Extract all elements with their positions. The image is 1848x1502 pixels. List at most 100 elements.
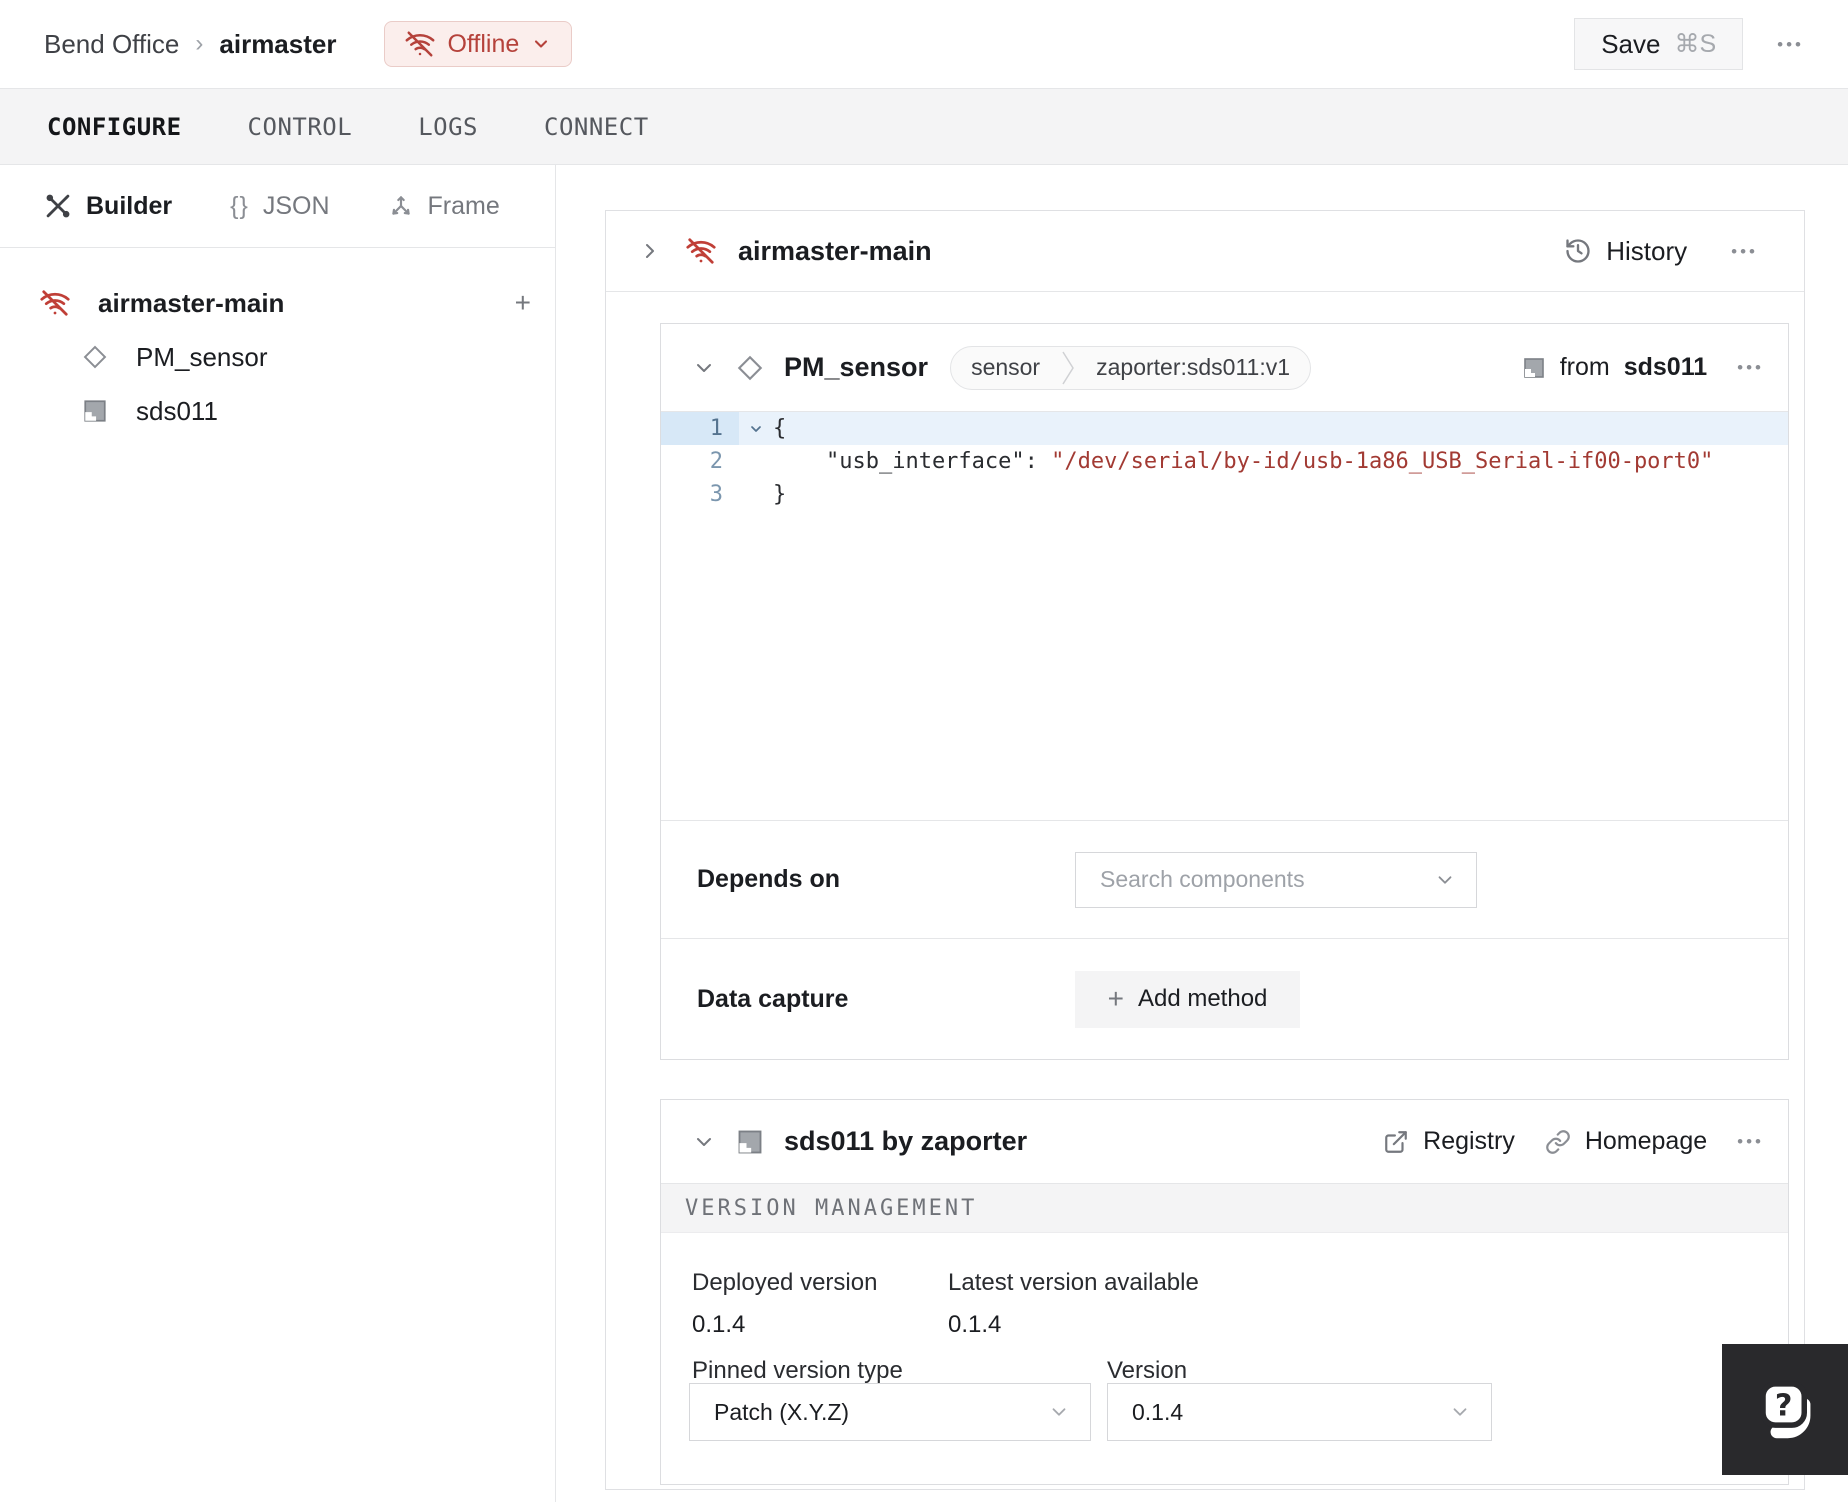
- mode-json[interactable]: {} JSON: [230, 192, 329, 221]
- code-text: }: [773, 482, 787, 507]
- part-title: airmaster-main: [738, 235, 932, 266]
- latest-version-label: Latest version available: [948, 1269, 1199, 1296]
- chevron-down-icon: [531, 34, 551, 54]
- from-prefix: from: [1559, 353, 1610, 381]
- code-key: "usb_interface":: [773, 449, 1052, 474]
- machine-tab-bar: CONFIGURE CONTROL LOGS CONNECT: [0, 88, 1848, 165]
- pinned-version-type-value: Patch (X.Y.Z): [714, 1398, 850, 1425]
- component-header-actions: from sds011 •••: [1522, 353, 1764, 382]
- tree-item-sds011[interactable]: sds011: [0, 384, 555, 438]
- module-card-header: sds011 by zaporter Registry Homepage •••: [661, 1100, 1788, 1184]
- deployed-version-label: Deployed version: [692, 1269, 878, 1296]
- pinned-version-type-label: Pinned version type: [692, 1357, 903, 1384]
- topbar-overflow-menu[interactable]: •••: [1777, 36, 1804, 53]
- mode-builder-label: Builder: [86, 191, 173, 220]
- help-question-icon: ?: [1752, 1377, 1818, 1443]
- part-overflow-menu[interactable]: •••: [1731, 243, 1758, 260]
- save-button[interactable]: Save ⌘S: [1574, 18, 1744, 70]
- module-card-sds011: sds011 by zaporter Registry Homepage •••…: [660, 1099, 1789, 1485]
- link-chain-icon: [1545, 1129, 1571, 1155]
- homepage-label: Homepage: [1584, 1127, 1708, 1155]
- version-select[interactable]: 0.1.4: [1107, 1383, 1492, 1441]
- breadcrumb-machine: airmaster: [219, 28, 337, 59]
- latest-version-value: 0.1.4: [948, 1311, 1002, 1338]
- attributes-json-editor[interactable]: 1 { 2 "usb_interface": "/dev/serial/by-i…: [661, 412, 1788, 820]
- breadcrumb-org[interactable]: Bend Office: [44, 29, 179, 60]
- registry-link[interactable]: Registry: [1383, 1127, 1515, 1156]
- diamond-icon: [82, 344, 108, 370]
- topbar-actions: Save ⌘S •••: [1574, 18, 1804, 70]
- diamond-icon: [736, 354, 764, 382]
- mode-json-label: JSON: [262, 191, 330, 220]
- svg-text:?: ?: [1775, 1388, 1793, 1423]
- editor-line: 1 {: [661, 412, 1788, 445]
- add-method-label: Add method: [1137, 985, 1268, 1012]
- module-overflow-menu[interactable]: •••: [1737, 1133, 1764, 1150]
- history-button[interactable]: History: [1564, 236, 1687, 267]
- tree-item-label: airmaster-main: [98, 287, 285, 318]
- component-card-header: PM_sensor sensor zaporter:sds011:v1 from…: [661, 324, 1788, 412]
- status-label: Offline: [447, 29, 520, 58]
- chevron-down-icon[interactable]: [692, 1130, 716, 1154]
- homepage-link[interactable]: Homepage: [1545, 1127, 1707, 1156]
- editor-line: 3 }: [661, 478, 1788, 511]
- machine-status-dropdown[interactable]: Offline: [384, 21, 573, 67]
- part-card-body: PM_sensor sensor zaporter:sds011:v1 from…: [606, 292, 1804, 1485]
- tree-item-airmaster-main[interactable]: airmaster-main +: [0, 276, 555, 330]
- tree-item-pm-sensor[interactable]: PM_sensor: [0, 330, 555, 384]
- badge-divider-icon: [1060, 347, 1076, 389]
- breadcrumb-separator-icon: ›: [195, 30, 204, 57]
- chevron-down-icon[interactable]: [692, 356, 716, 380]
- component-type: sensor: [971, 354, 1041, 380]
- from-module-link[interactable]: from sds011: [1522, 353, 1707, 382]
- code-text: "usb_interface": "/dev/serial/by-id/usb-…: [773, 445, 1713, 478]
- component-overflow-menu[interactable]: •••: [1737, 359, 1764, 376]
- external-link-icon: [1383, 1129, 1409, 1155]
- save-label: Save: [1601, 28, 1661, 59]
- mode-frame-label: Frame: [427, 191, 500, 220]
- module-icon: [82, 398, 108, 424]
- add-component-button[interactable]: +: [515, 289, 531, 317]
- depends-on-placeholder: Search components: [1100, 866, 1305, 892]
- line-number: 1: [661, 412, 739, 445]
- fold-chevron-icon[interactable]: [739, 412, 773, 445]
- history-label: History: [1606, 235, 1688, 266]
- component-card-pm-sensor: PM_sensor sensor zaporter:sds011:v1 from…: [660, 323, 1789, 1060]
- module-header-actions: Registry Homepage •••: [1383, 1127, 1764, 1156]
- tab-logs[interactable]: LOGS: [418, 113, 478, 141]
- version-management-heading: VERSION MANAGEMENT: [685, 1195, 978, 1221]
- viam-configure-page: Bend Office › airmaster Offline Save ⌘S …: [0, 0, 1848, 1502]
- depends-on-select[interactable]: Search components: [1075, 851, 1477, 908]
- registry-label: Registry: [1423, 1127, 1515, 1155]
- config-main: airmaster-main History ••• PM_sensor sen…: [556, 165, 1848, 1502]
- depends-on-row: Depends on Search components: [661, 820, 1788, 938]
- config-sidebar: Builder {} JSON Frame airmaster-main + P…: [0, 165, 556, 1502]
- pinned-version-type-select[interactable]: Patch (X.Y.Z): [689, 1383, 1091, 1441]
- version-management-bar: VERSION MANAGEMENT: [661, 1184, 1788, 1233]
- mode-builder[interactable]: Builder: [44, 192, 172, 221]
- tab-configure[interactable]: CONFIGURE: [47, 113, 182, 141]
- part-card-header: airmaster-main History •••: [606, 211, 1804, 292]
- component-tree: airmaster-main + PM_sensor sds011: [0, 248, 555, 438]
- line-number: 3: [709, 482, 723, 507]
- tab-control[interactable]: CONTROL: [248, 113, 353, 141]
- version-management-body: Deployed version Latest version availabl…: [661, 1233, 1788, 1484]
- version-label: Version: [1107, 1357, 1188, 1384]
- from-module-name: sds011: [1623, 353, 1708, 381]
- chevron-down-icon: [1048, 1401, 1090, 1423]
- chevron-right-icon[interactable]: [638, 239, 662, 263]
- tab-connect[interactable]: CONNECT: [544, 113, 649, 141]
- version-value: 0.1.4: [1132, 1398, 1184, 1425]
- line-number: 2: [709, 449, 723, 474]
- sidebar-mode-switcher: Builder {} JSON Frame: [0, 165, 555, 248]
- component-title: PM_sensor: [784, 352, 929, 382]
- editor-line: 2 "usb_interface": "/dev/serial/by-id/us…: [661, 445, 1788, 478]
- mode-frame[interactable]: Frame: [388, 192, 500, 221]
- tree-item-label: sds011: [136, 395, 218, 426]
- module-icon: [1522, 356, 1546, 380]
- add-method-button[interactable]: + Add method: [1075, 970, 1300, 1028]
- chevron-down-icon: [1449, 1401, 1491, 1423]
- help-widget-button[interactable]: ?: [1722, 1344, 1848, 1475]
- chevron-down-icon: [1434, 869, 1476, 891]
